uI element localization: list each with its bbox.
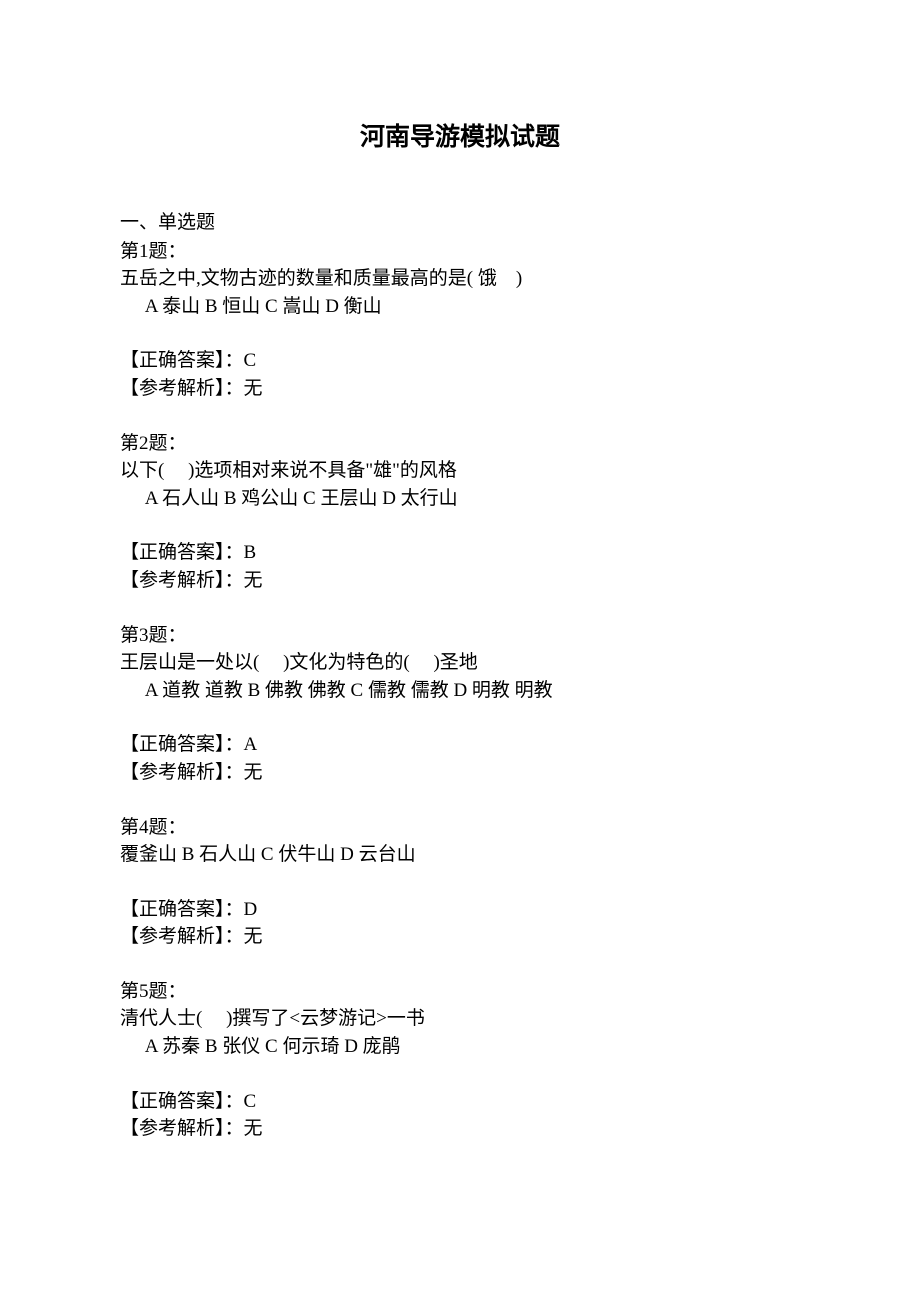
section-heading: 一、单选题 — [120, 210, 800, 237]
page-title: 河南导游模拟试题 — [120, 120, 800, 155]
question-block: 第1题： 五岳之中,文物古迹的数量和质量最高的是( 饿 ) A 泰山 B 恒山 … — [120, 239, 800, 321]
question-block: 第4题： 覆釜山 B 石人山 C 伏牛山 D 云台山 — [120, 815, 800, 869]
answer-block: 【正确答案】：D 【参考解析】：无 — [120, 897, 800, 951]
question-block: 第5题： 清代人士( )撰写了<云梦游记>一书 A 苏秦 B 张仪 C 何示琦 … — [120, 979, 800, 1061]
answer-block: 【正确答案】：B 【参考解析】：无 — [120, 540, 800, 594]
answer-block: 【正确答案】：C 【参考解析】：无 — [120, 1089, 800, 1143]
answer-block: 【正确答案】：A 【参考解析】：无 — [120, 732, 800, 786]
explanation-value: 无 — [244, 926, 263, 947]
question-options: A 泰山 B 恒山 C 嵩山 D 衡山 — [120, 294, 800, 321]
answer-value: B — [244, 542, 257, 563]
answer-value: A — [244, 734, 258, 755]
answer-label: 【正确答案】： — [120, 350, 244, 371]
question-number: 第2题： — [120, 431, 800, 458]
question-number: 第4题： — [120, 815, 800, 842]
question-number: 第1题： — [120, 239, 800, 266]
question-options: A 石人山 B 鸡公山 C 王层山 D 太行山 — [120, 486, 800, 513]
question-block: 第3题： 王层山是一处以( )文化为特色的( )圣地 A 道教 道教 B 佛教 … — [120, 623, 800, 705]
answer-label: 【正确答案】： — [120, 542, 244, 563]
explanation-value: 无 — [244, 762, 263, 783]
question-number: 第5题： — [120, 979, 800, 1006]
explanation-label: 【参考解析】： — [120, 762, 244, 783]
answer-block: 【正确答案】：C 【参考解析】：无 — [120, 348, 800, 402]
answer-label: 【正确答案】： — [120, 899, 244, 920]
answer-value: C — [244, 350, 257, 371]
answer-label: 【正确答案】： — [120, 734, 244, 755]
explanation-label: 【参考解析】： — [120, 926, 244, 947]
question-stem: 五岳之中,文物古迹的数量和质量最高的是( 饿 ) — [120, 266, 800, 293]
explanation-value: 无 — [244, 378, 263, 399]
question-stem: 王层山是一处以( )文化为特色的( )圣地 — [120, 650, 800, 677]
question-stem: 以下( )选项相对来说不具备"雄"的风格 — [120, 458, 800, 485]
question-stem: 覆釜山 B 石人山 C 伏牛山 D 云台山 — [120, 842, 800, 869]
explanation-value: 无 — [244, 1118, 263, 1139]
question-options: A 苏秦 B 张仪 C 何示琦 D 庞鹃 — [120, 1034, 800, 1061]
question-block: 第2题： 以下( )选项相对来说不具备"雄"的风格 A 石人山 B 鸡公山 C … — [120, 431, 800, 513]
question-stem: 清代人士( )撰写了<云梦游记>一书 — [120, 1006, 800, 1033]
explanation-label: 【参考解析】： — [120, 570, 244, 591]
answer-label: 【正确答案】： — [120, 1091, 244, 1112]
explanation-label: 【参考解析】： — [120, 378, 244, 399]
answer-value: C — [244, 1091, 257, 1112]
question-number: 第3题： — [120, 623, 800, 650]
explanation-value: 无 — [244, 570, 263, 591]
question-options: A 道教 道教 B 佛教 佛教 C 儒教 儒教 D 明教 明教 — [120, 678, 800, 705]
explanation-label: 【参考解析】： — [120, 1118, 244, 1139]
answer-value: D — [244, 899, 258, 920]
